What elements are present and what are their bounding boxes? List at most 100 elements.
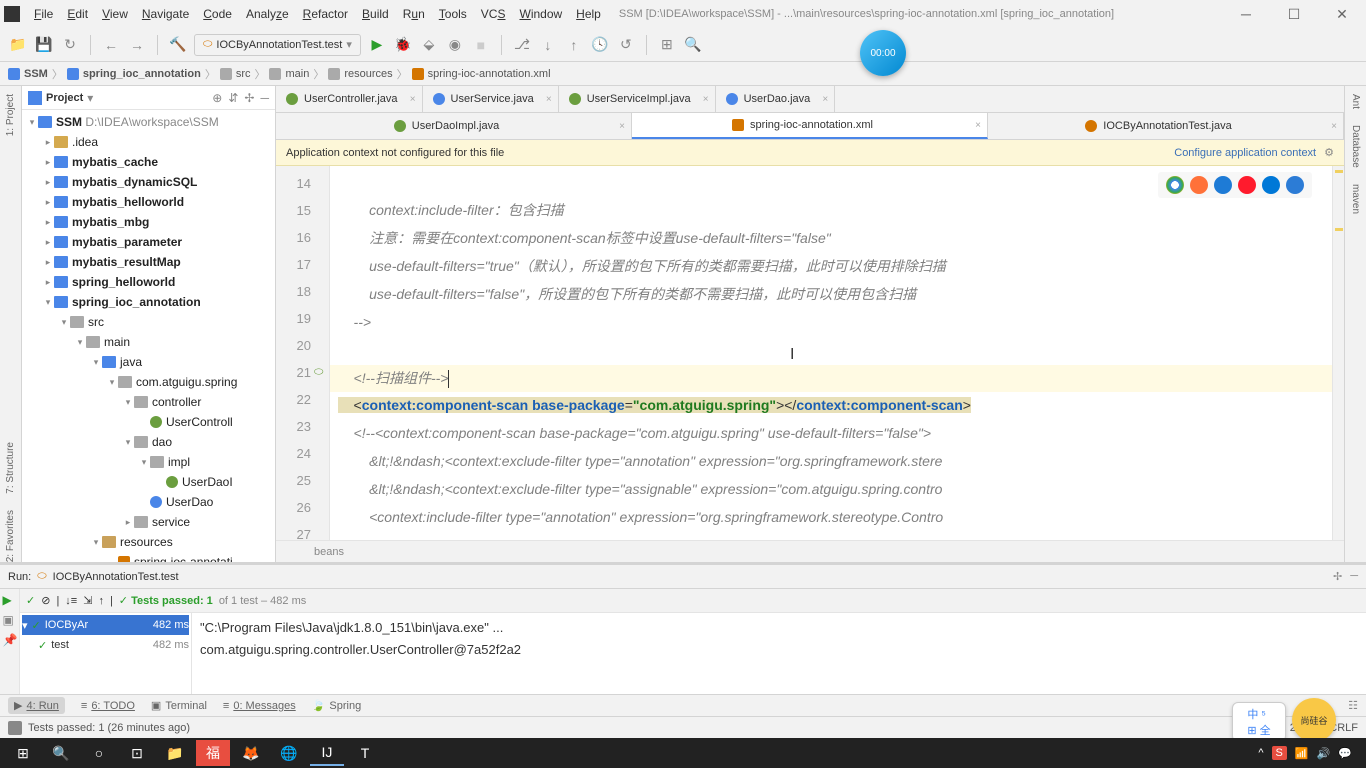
forward-icon[interactable]: → [127,35,147,55]
tab-userservice[interactable]: UserService.java× [423,86,559,112]
pass-filter-icon[interactable]: ✓ [26,594,35,607]
tab-userdaoimpl[interactable]: UserDaoImpl.java× [276,113,632,139]
save-icon[interactable]: 💾 [34,35,54,55]
fail-filter-icon[interactable]: ⊘ [41,594,50,607]
bc-src[interactable]: src [220,68,251,80]
code-breadcrumb[interactable]: beans [276,540,1344,562]
menu-help[interactable]: Help [570,5,607,23]
commit-icon[interactable]: ↑ [564,35,584,55]
chrome-icon[interactable] [1166,176,1184,194]
strip-project[interactable]: 1: Project [5,94,16,136]
tray-notif-icon[interactable]: 💬 [1338,747,1352,760]
spring-bean-icon[interactable]: ⬭ [314,359,323,386]
bc-resources[interactable]: resources [328,68,392,80]
build-icon[interactable]: 🔨 [168,35,188,55]
open-icon[interactable]: 📁 [8,35,28,55]
run-hide-icon[interactable]: ─ [1350,570,1358,583]
strip-database[interactable]: Database [1350,125,1361,168]
edge-icon[interactable] [1286,176,1304,194]
gear-icon[interactable]: ⚙ [1324,146,1334,159]
btab-todo[interactable]: ≡ 6: TODO [81,700,135,712]
configure-context-link[interactable]: Configure application context [1174,147,1316,159]
run-pin-icon[interactable]: 📌 [3,633,17,647]
ie-icon[interactable] [1262,176,1280,194]
timer-widget[interactable]: 00:00 [860,30,906,76]
sort-icon[interactable]: ↓≡ [65,595,77,607]
menu-run[interactable]: Run [397,5,431,23]
menu-tools[interactable]: Tools [433,5,473,23]
code-stripe[interactable] [1332,166,1344,540]
coverage-icon[interactable]: ⬙ [419,35,439,55]
btab-run[interactable]: ▶ 4: Run [8,697,65,714]
bc-module[interactable]: spring_ioc_annotation [67,68,201,80]
stop-icon[interactable]: ■ [471,35,491,55]
menu-view[interactable]: View [96,5,134,23]
tab-iocbyannotationtest[interactable]: IOCByAnnotationTest.java× [988,113,1344,139]
tray-wifi-icon[interactable]: 📶 [1295,747,1309,760]
back-icon[interactable]: ← [101,35,121,55]
chrome-task-icon[interactable]: 🌐 [272,740,306,766]
rerun-icon[interactable]: ▶ [3,593,17,607]
hide-icon[interactable]: ─ [260,91,269,105]
menu-refactor[interactable]: Refactor [297,5,354,23]
taskview-icon[interactable]: ⊡ [120,740,154,766]
firefox-icon[interactable] [1190,176,1208,194]
run-stop-icon[interactable]: ▣ [3,613,17,627]
tab-usercontroller[interactable]: UserController.java× [276,86,423,112]
revert-icon[interactable]: ↺ [616,35,636,55]
safari-icon[interactable] [1214,176,1232,194]
btab-spring[interactable]: 🍃 Spring [312,699,362,712]
maximize-button[interactable]: ☐ [1274,6,1314,23]
minimize-button[interactable]: ─ [1226,6,1266,23]
vcs-icon[interactable]: ⎇ [512,35,532,55]
close-button[interactable]: ✕ [1322,6,1362,23]
strip-favorites[interactable]: 2: Favorites [5,510,16,562]
menu-edit[interactable]: Edit [61,5,94,23]
firefox-task-icon[interactable]: 🦊 [234,740,268,766]
typora-task-icon[interactable]: T [348,740,382,766]
menu-code[interactable]: Code [197,5,238,23]
search-icon[interactable]: 🔍 [683,35,703,55]
menu-vcs[interactable]: VCS [475,5,512,23]
code-content[interactable]: context:include-filter：包含扫描 注意：需要在contex… [330,166,1332,540]
collapse-icon[interactable]: ⇵ [228,91,238,105]
menu-build[interactable]: Build [356,5,395,23]
tray-volume-icon[interactable]: 🔊 [1317,747,1331,760]
test-tree[interactable]: ▾✓IOCByAr482 ms ✓test482 ms [20,613,192,694]
run-config-selector[interactable]: ⬭ IOCByAnnotationTest.test ▾ [194,34,361,56]
menu-analyze[interactable]: Analyze [240,5,295,23]
refresh-icon[interactable]: ↻ [60,35,80,55]
collapse-icon[interactable]: ↑ [98,595,104,607]
expand-icon[interactable]: ⇲ [83,594,92,607]
event-log-icon[interactable]: ☷ [1348,699,1358,712]
app1-icon[interactable]: 福 [196,740,230,766]
tray-up-icon[interactable]: ^ [1258,747,1263,759]
strip-structure[interactable]: 7: Structure [5,442,16,494]
target-icon[interactable]: ⊕ [212,91,222,105]
status-icon[interactable] [8,721,22,735]
btab-terminal[interactable]: ▣ Terminal [151,699,207,712]
menu-file[interactable]: File [28,5,59,23]
btab-messages[interactable]: ≡ 0: Messages [223,700,296,712]
tab-userdao[interactable]: UserDao.java× [716,86,836,112]
strip-maven[interactable]: maven [1350,184,1361,214]
bc-file[interactable]: spring-ioc-annotation.xml [412,68,551,80]
test-output[interactable]: "C:\Program Files\Java\jdk1.8.0_151\bin\… [192,613,1366,694]
project-tree[interactable]: ▾SSM D:\IDEA\workspace\SSM ▸.idea ▸mybat… [22,110,275,562]
explorer-icon[interactable]: 📁 [158,740,192,766]
menu-window[interactable]: Window [513,5,568,23]
search-task-icon[interactable]: 🔍 [44,740,78,766]
history-icon[interactable]: 🕓 [590,35,610,55]
menu-navigate[interactable]: Navigate [136,5,195,23]
run-settings-icon[interactable]: ✢ [1333,570,1342,583]
opera-icon[interactable] [1238,176,1256,194]
settings-icon[interactable]: ✢ [244,91,254,105]
tab-spring-ioc-xml[interactable]: spring-ioc-annotation.xml× [632,113,988,139]
test-node[interactable]: ✓test482 ms [22,635,189,655]
structure-icon[interactable]: ⊞ [657,35,677,55]
cortana-icon[interactable]: ○ [82,740,116,766]
update-icon[interactable]: ↓ [538,35,558,55]
debug-icon[interactable]: 🐞 [393,35,413,55]
profile-icon[interactable]: ◉ [445,35,465,55]
bc-ssm[interactable]: SSM [8,68,48,80]
